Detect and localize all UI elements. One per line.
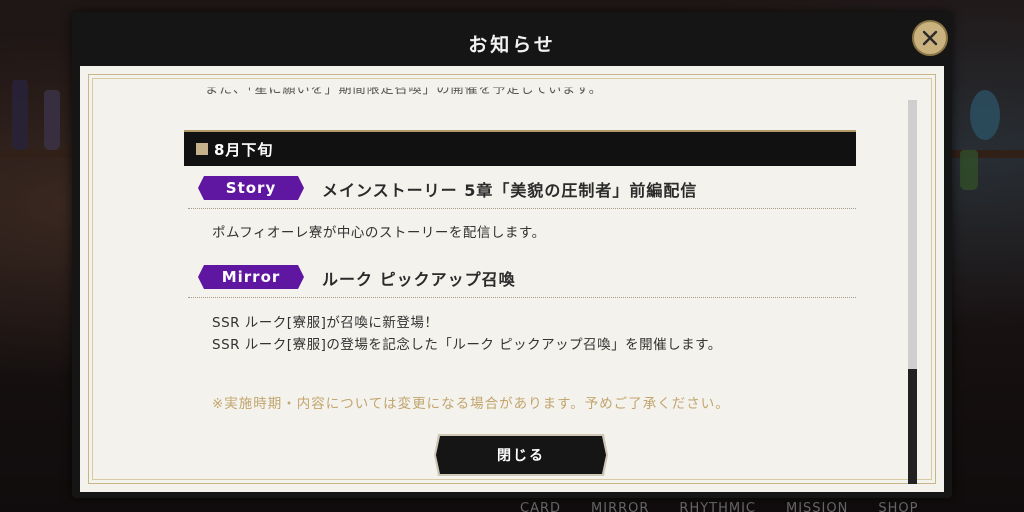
entry-description: ポムフィオーレ寮が中心のストーリーを配信します。 [212, 225, 546, 241]
close-dialog-button[interactable]: 閉じる [436, 436, 606, 474]
dialog-title: お知らせ [468, 34, 556, 56]
scrollbar-track[interactable] [908, 100, 917, 484]
section-title: 8月下旬 [214, 140, 274, 159]
entry-description-line-1: SSR ルーク[寮服]が召喚に新登場！ [212, 315, 439, 331]
entry-title: メインストーリー 5章「美貌の圧制者」前編配信 [322, 181, 698, 200]
notice-dialog: お知らせ また、「星に願いを」期間限定召喚」の開催を予定しています。 8月下旬 … [72, 12, 952, 498]
dotted-divider [188, 297, 856, 298]
close-button[interactable] [912, 20, 948, 56]
entry-description-line-2: SSR ルーク[寮服]の登場を記念した「ルーク ピックアップ召喚」を開催します。 [212, 337, 722, 353]
story-tag: Story [198, 176, 304, 200]
disclaimer-note: ※実施時期・内容については変更になる場合があります。予めご了承ください。 [212, 396, 730, 412]
dotted-divider [188, 208, 856, 209]
section-header: 8月下旬 [184, 130, 856, 166]
entry-title: ルーク ピックアップ召喚 [322, 270, 516, 289]
mirror-tag: Mirror [198, 265, 304, 289]
notice-panel[interactable]: また、「星に願いを」期間限定召喚」の開催を予定しています。 8月下旬 Story… [80, 66, 944, 492]
section-marker [196, 143, 208, 155]
scrollbar-thumb[interactable] [908, 368, 917, 484]
close-x-icon [922, 30, 938, 46]
